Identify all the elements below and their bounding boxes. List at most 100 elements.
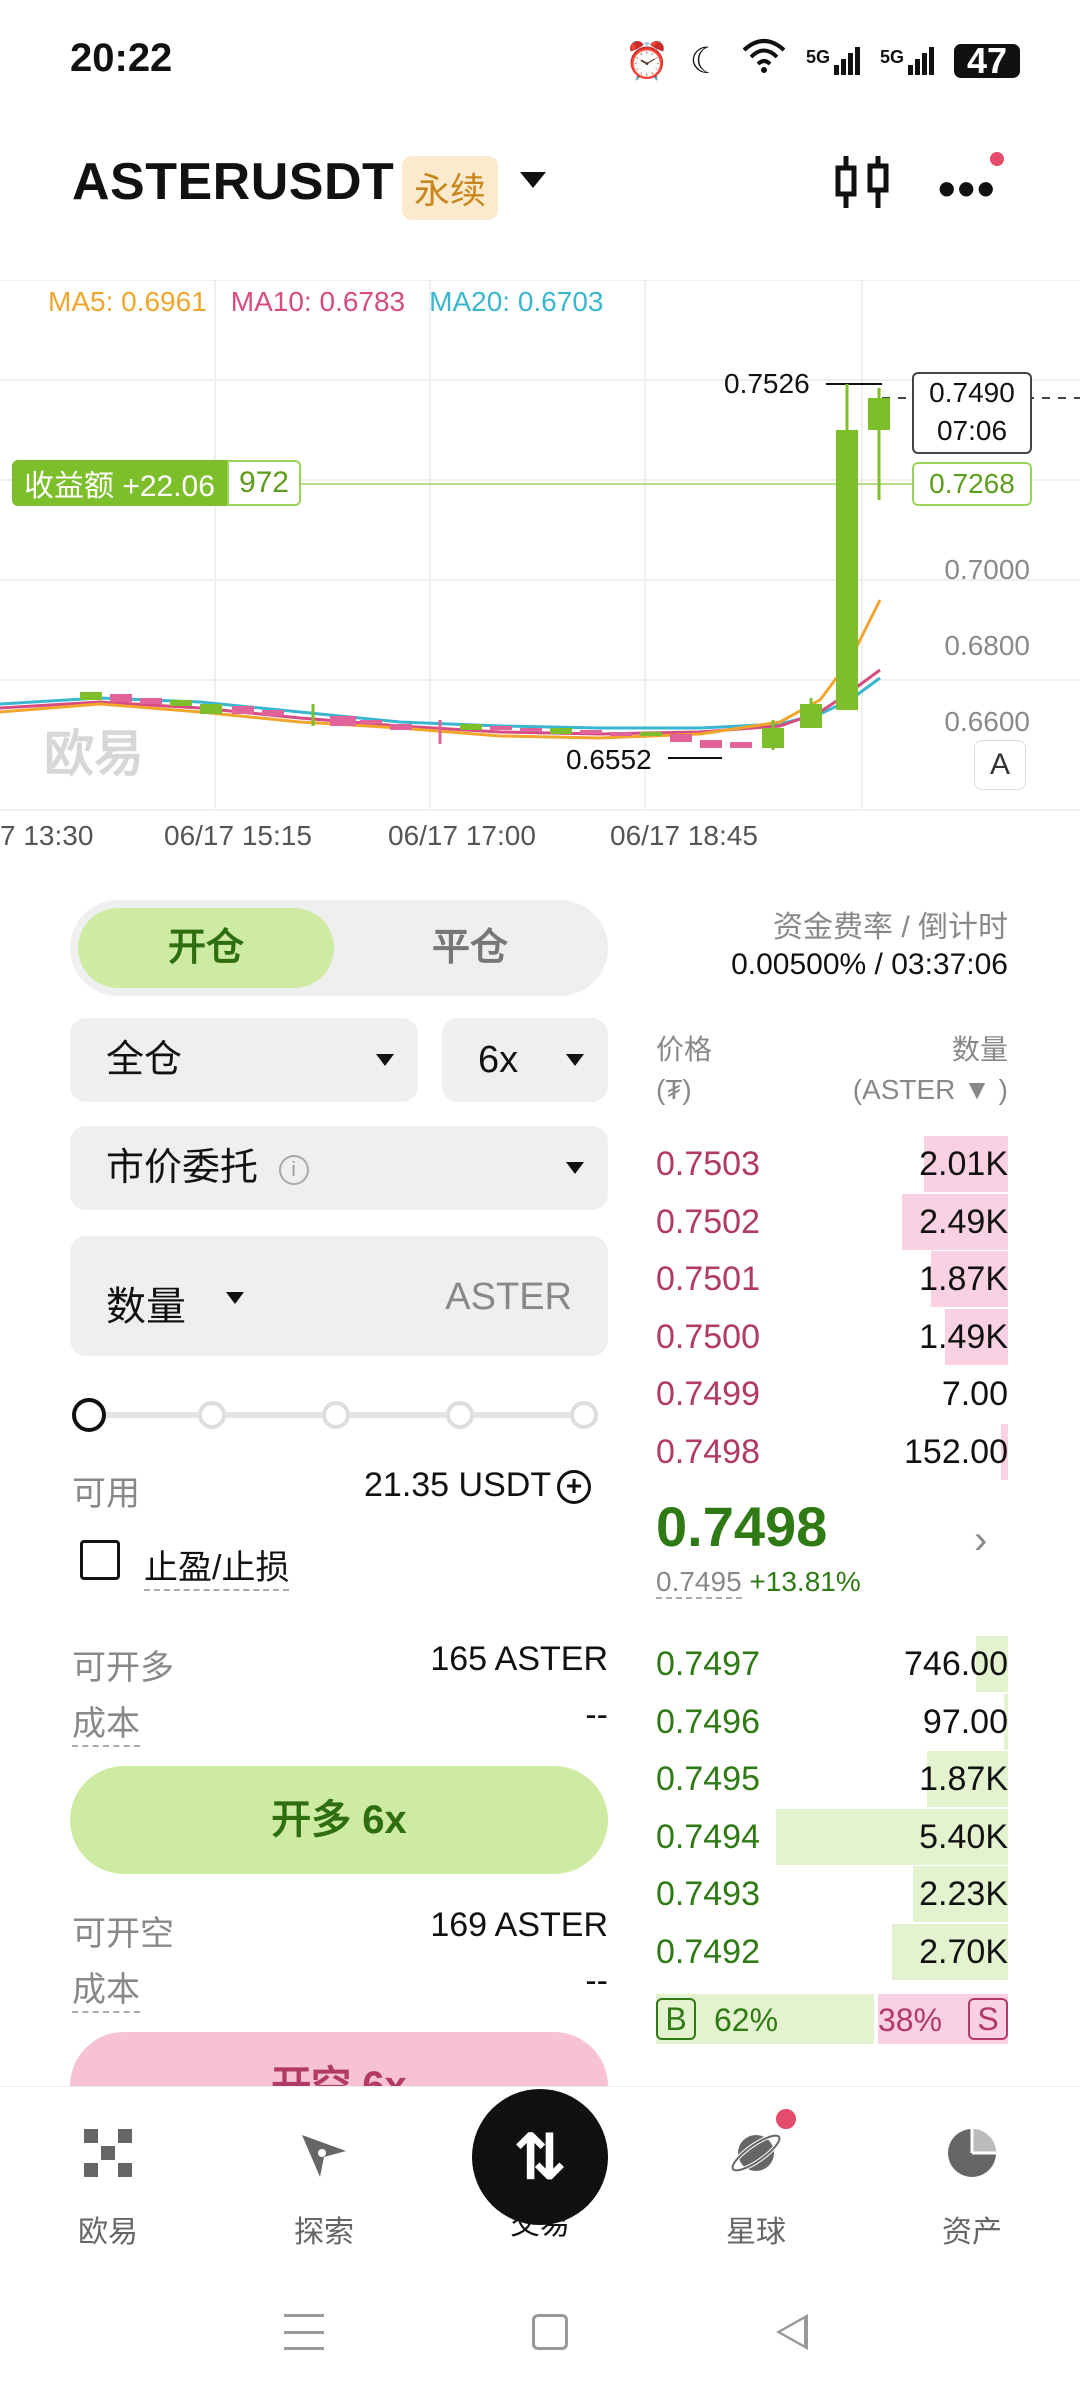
chevron-down-icon <box>376 1054 394 1066</box>
nav-okx[interactable]: 欧易 <box>28 2123 188 2251</box>
planet-notification-dot <box>772 2105 800 2133</box>
bid-row[interactable]: 0.7493 2.23K <box>656 1866 1008 1922</box>
system-navigation-bar <box>0 2266 1080 2400</box>
last-price: 0.7490 <box>929 377 1015 408</box>
mid-price-sub: 0.7495 +13.81% <box>656 1566 861 1599</box>
ask-row[interactable]: 0.7500 1.49K <box>656 1308 1008 1365</box>
ask-price: 0.7499 <box>656 1375 760 1413</box>
slider-stop-25[interactable] <box>198 1401 226 1429</box>
status-icons: ⏰ ☾ 5G 5G 47 <box>625 38 1020 83</box>
quantity-slider[interactable] <box>72 1398 606 1434</box>
quantity-input[interactable]: 数量 ASTER <box>70 1236 608 1356</box>
profit-amount: 收益额 +22.06 <box>12 460 227 506</box>
time-axis-label: 06/17 15:15 <box>164 820 312 851</box>
last-price-tag: 0.7490 07:06 <box>912 372 1032 454</box>
bid-quantity: 2.70K <box>919 1932 1008 1971</box>
order-type-value: 市价委托 <box>106 1147 259 1189</box>
home-icon[interactable] <box>532 2314 568 2350</box>
orderbook-price-header: 价格 (₮) <box>656 1030 712 1110</box>
ask-row[interactable]: 0.7499 7.00 <box>656 1366 1008 1422</box>
order-type-select[interactable]: 市价委托 i <box>70 1126 608 1210</box>
tpsl-checkbox[interactable] <box>80 1540 120 1580</box>
ma10-value: MA10: 0.6783 <box>230 286 406 317</box>
bid-quantity: 2.23K <box>919 1875 1008 1913</box>
candle-countdown: 07:06 <box>936 415 1008 446</box>
nav-planet[interactable]: 星球 <box>676 2123 836 2251</box>
slider-stop-75[interactable] <box>446 1401 474 1429</box>
symbol-dropdown-icon[interactable] <box>520 172 546 188</box>
bid-row[interactable]: 0.7492 2.70K <box>656 1923 1008 1980</box>
symbol-title[interactable]: ASTERUSDT <box>72 152 394 212</box>
tpsl-label[interactable]: 止盈/止损 <box>144 1540 290 1591</box>
max-long-label: 可开多 <box>72 1649 174 1687</box>
kline-chart-canvas <box>0 280 1080 811</box>
recent-apps-icon[interactable] <box>284 2314 324 2350</box>
chevron-down-icon <box>566 1054 584 1066</box>
notification-dot <box>990 152 1004 166</box>
entry-price-tag: 0.7268 <box>912 462 1032 506</box>
auto-scale-button[interactable]: A <box>974 740 1026 790</box>
more-icon[interactable]: ••• <box>938 160 997 218</box>
nav-trade[interactable]: ⇅ 交易 <box>460 2089 620 2243</box>
bid-price: 0.7496 <box>656 1702 760 1741</box>
margin-mode-select[interactable]: 全仓 <box>70 1018 418 1102</box>
slider-stop-50[interactable] <box>322 1401 350 1429</box>
chevron-down-icon[interactable] <box>226 1292 244 1304</box>
leverage-select[interactable]: 6x <box>442 1018 608 1102</box>
time-axis-label: 06/17 17:00 <box>388 820 536 851</box>
long-cost-label[interactable]: 成本 <box>72 1696 140 1747</box>
nav-explore[interactable]: 探索 <box>244 2123 404 2251</box>
bid-row[interactable]: 0.7497 746.00 <box>656 1636 1008 1692</box>
nav-label: 探索 <box>294 2216 354 2249</box>
header: ASTERUSDT 永续 ••• <box>0 130 1080 240</box>
bid-row[interactable]: 0.7496 97.00 <box>656 1693 1008 1750</box>
tab-open-position[interactable]: 开仓 <box>78 908 334 988</box>
candles <box>80 384 890 750</box>
ask-row[interactable]: 0.7498 152.00 <box>656 1423 1008 1480</box>
nav-assets[interactable]: 资产 <box>892 2123 1052 2251</box>
trade-swap-icon[interactable]: ⇅ <box>472 2089 608 2225</box>
chevron-down-icon <box>566 1162 584 1174</box>
back-icon[interactable] <box>776 2314 808 2350</box>
pie-chart-icon <box>948 2129 996 2177</box>
chevron-right-icon[interactable]: › <box>974 1518 987 1563</box>
funding-rate-value: 0.00500% / 03:37:06 <box>731 948 1008 981</box>
status-time: 20:22 <box>70 36 173 80</box>
open-close-tabs: 开仓 平仓 <box>70 900 608 996</box>
ma5-value: MA5: 0.6961 <box>48 286 207 317</box>
okx-logo-icon <box>84 2129 132 2177</box>
bid-row[interactable]: 0.7494 5.40K <box>656 1808 1008 1865</box>
bottom-nav: 欧易 探索 ⇅ 交易 星球 资产 <box>0 2086 1080 2266</box>
kline-chart[interactable]: MA5: 0.6961 MA10: 0.6783 MA20: 0.6703 欧易… <box>0 280 1080 870</box>
wifi-icon <box>742 38 786 83</box>
slider-stop-100[interactable] <box>570 1401 598 1429</box>
mid-price: 0.7498 <box>656 1495 828 1558</box>
alarm-icon: ⏰ <box>624 39 670 81</box>
short-cost-label[interactable]: 成本 <box>72 1962 140 2013</box>
ask-quantity: 1.87K <box>919 1260 1008 1298</box>
position-profit-tag[interactable]: 收益额 +22.06 972 <box>12 460 301 506</box>
ask-row[interactable]: 0.7502 2.49K <box>656 1193 1008 1250</box>
slider-handle[interactable] <box>72 1398 106 1432</box>
price-header-unit: (₮) <box>656 1074 692 1105</box>
tab-close-position[interactable]: 平仓 <box>342 908 598 988</box>
open-long-button[interactable]: 开多 6x <box>70 1766 608 1874</box>
ask-row[interactable]: 0.7503 2.01K <box>656 1136 1008 1192</box>
nav-label: 欧易 <box>78 2216 138 2249</box>
quantity-label[interactable]: 数量 <box>106 1274 186 1332</box>
bid-row[interactable]: 0.7495 1.87K <box>656 1751 1008 1807</box>
max-long-value: 165 ASTER <box>430 1640 608 1678</box>
qty-header-unit[interactable]: (ASTER ▼ ) <box>853 1070 1008 1110</box>
ma20-value: MA20: 0.6703 <box>429 286 604 317</box>
ask-price: 0.7503 <box>656 1145 760 1183</box>
transfer-plus-icon[interactable]: + <box>557 1470 592 1505</box>
candlestick-chart-icon[interactable] <box>830 150 894 214</box>
buy-percent: 62% <box>714 2002 779 2038</box>
signal-5g-icon: 5G <box>806 46 860 75</box>
orderbook-qty-header[interactable]: 数量 (ASTER ▼ ) <box>853 1030 1008 1110</box>
ask-row[interactable]: 0.7501 1.87K <box>656 1251 1008 1307</box>
available-label: 可用 <box>72 1475 140 1513</box>
bid-price: 0.7495 <box>656 1760 760 1798</box>
max-short-value: 169 ASTER <box>430 1906 608 1944</box>
info-icon[interactable]: i <box>278 1154 309 1185</box>
